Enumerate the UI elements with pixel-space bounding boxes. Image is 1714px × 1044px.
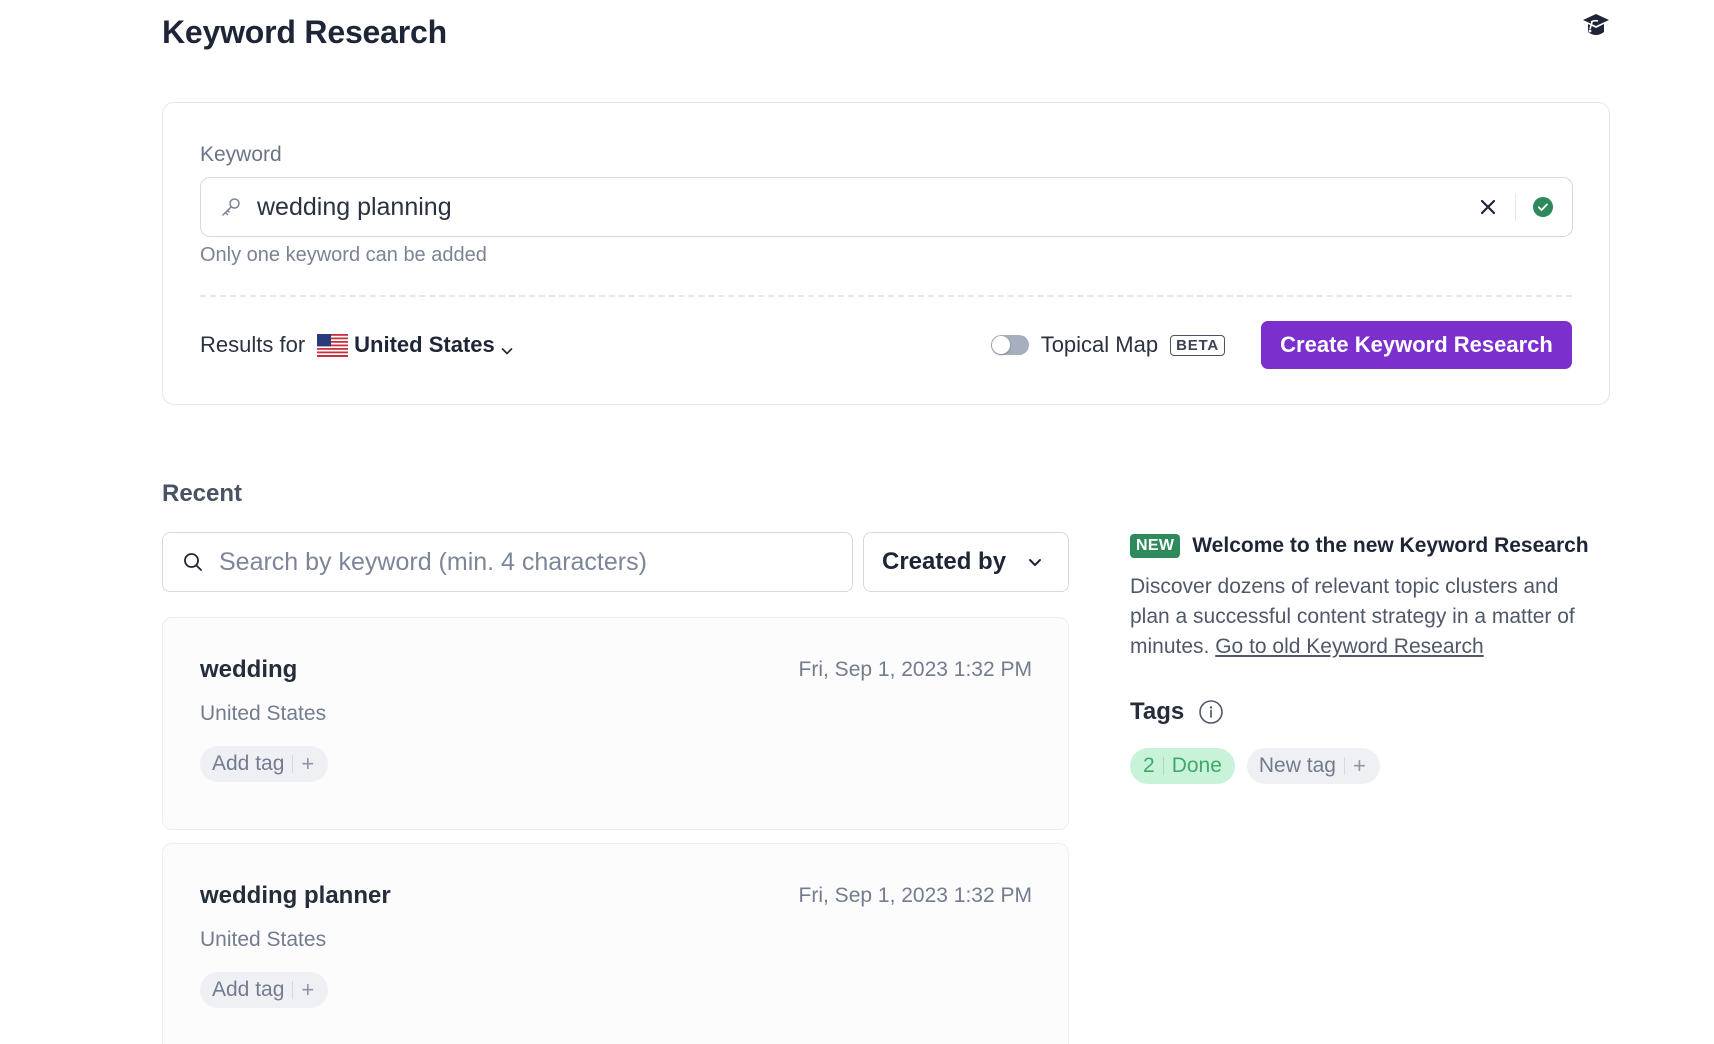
chevron-down-icon xyxy=(500,338,514,355)
keyword-value[interactable]: wedding planning xyxy=(257,193,1477,222)
recent-item-location: United States xyxy=(200,928,327,951)
form-actions: Topical Map BETA Create Keyword Research xyxy=(990,321,1572,369)
keyword-input[interactable]: wedding planning xyxy=(200,177,1573,237)
page-title: Keyword Research xyxy=(162,14,447,50)
tag-label: Done xyxy=(1171,754,1222,777)
clear-icon[interactable] xyxy=(1477,196,1499,218)
key-icon xyxy=(219,195,243,219)
recent-heading: Recent xyxy=(162,480,243,507)
recent-item-keyword: wedding xyxy=(200,656,298,683)
beta-badge: BETA xyxy=(1170,334,1225,356)
us-flag-icon xyxy=(317,333,349,357)
graduation-cap-icon[interactable] xyxy=(1580,10,1612,42)
new-tag-button[interactable]: New tag + xyxy=(1246,748,1380,784)
welcome-panel: NEW Welcome to the new Keyword Research … xyxy=(1130,530,1610,784)
dashed-divider xyxy=(200,295,1572,297)
topical-map-toggle[interactable] xyxy=(990,335,1029,355)
tag-count: 2 xyxy=(1143,754,1155,777)
results-for-label: Results for xyxy=(200,332,306,357)
input-separator xyxy=(1515,193,1516,221)
add-tag-label: Add tag xyxy=(212,978,285,1001)
plus-icon: + xyxy=(301,751,315,776)
plus-icon: + xyxy=(1352,753,1366,778)
new-badge: NEW xyxy=(1130,534,1181,558)
welcome-header: NEW Welcome to the new Keyword Research xyxy=(1130,530,1610,562)
toggle-knob xyxy=(991,336,1010,354)
info-icon[interactable] xyxy=(1198,699,1224,725)
create-keyword-research-button[interactable]: Create Keyword Research xyxy=(1261,321,1572,369)
tag-done[interactable]: 2 Done xyxy=(1130,748,1235,784)
welcome-description: Discover dozens of relevant topic cluste… xyxy=(1130,572,1600,662)
welcome-title: Welcome to the new Keyword Research xyxy=(1192,534,1589,557)
keyword-form-card: Keyword wedding planning Only one keywor… xyxy=(162,102,1610,405)
chevron-down-icon xyxy=(1026,553,1044,571)
search-icon xyxy=(181,550,205,574)
tags-header: Tags xyxy=(1130,698,1610,726)
tag-divider xyxy=(292,755,294,773)
results-for-row: Results for United States xyxy=(200,321,514,369)
tag-divider xyxy=(292,981,294,999)
tag-divider xyxy=(1343,757,1345,775)
plus-icon: + xyxy=(301,977,315,1002)
add-tag-label: Add tag xyxy=(212,752,285,775)
recent-item-location: United States xyxy=(200,702,327,725)
country-selector[interactable]: United States xyxy=(354,332,514,358)
tags-list: 2 Done New tag + xyxy=(1130,748,1610,784)
old-keyword-research-link[interactable]: Go to old Keyword Research xyxy=(1215,635,1483,658)
recent-item-date: Fri, Sep 1, 2023 1:32 PM xyxy=(798,884,1032,907)
keyword-helper-text: Only one keyword can be added xyxy=(200,244,487,266)
keyword-label: Keyword xyxy=(200,143,282,166)
recent-item[interactable]: wedding planner Fri, Sep 1, 2023 1:32 PM… xyxy=(162,843,1069,1044)
recent-item-keyword: wedding planner xyxy=(200,882,391,909)
add-tag-button[interactable]: Add tag + xyxy=(200,972,329,1008)
recent-search-input[interactable] xyxy=(219,547,819,577)
new-tag-label: New tag xyxy=(1258,754,1336,777)
add-tag-button[interactable]: Add tag + xyxy=(200,746,329,782)
created-by-dropdown[interactable]: Created by xyxy=(863,532,1069,592)
topical-map-label: Topical Map xyxy=(1040,332,1159,357)
recent-search-box[interactable] xyxy=(162,532,853,592)
country-label: United States xyxy=(354,332,495,357)
tags-title: Tags xyxy=(1130,698,1185,725)
check-circle-icon xyxy=(1532,196,1554,218)
created-by-label: Created by xyxy=(882,548,1007,575)
recent-item-date: Fri, Sep 1, 2023 1:32 PM xyxy=(798,658,1032,681)
tag-divider xyxy=(1162,757,1164,775)
recent-item[interactable]: wedding Fri, Sep 1, 2023 1:32 PM United … xyxy=(162,617,1069,830)
